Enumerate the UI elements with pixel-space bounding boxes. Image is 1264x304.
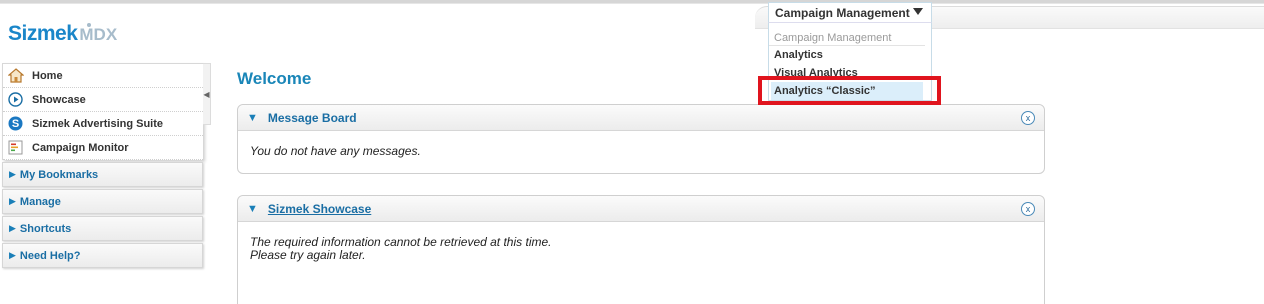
panel-title-link[interactable]: Sizmek Showcase — [268, 202, 371, 216]
sidebar-section-need-help[interactable]: ▶ Need Help? — [2, 243, 203, 268]
panel-header: ▼ Sizmek Showcase x — [238, 196, 1044, 222]
sidebar-item-label: Home — [32, 69, 63, 82]
sidebar-section-shortcuts[interactable]: ▶ Shortcuts — [2, 216, 203, 241]
panel-body: You do not have any messages. — [238, 131, 1044, 172]
sizmek-mdx-logo[interactable]: Sizmek MDX — [8, 22, 117, 50]
sidebar: Home Showcase S Sizmek Advertising Suite… — [2, 63, 203, 268]
app-switcher-dropdown[interactable]: Campaign Management — [768, 2, 932, 22]
page-title: Welcome — [237, 69, 312, 88]
sidebar-item-label: Sizmek Advertising Suite — [32, 117, 164, 130]
sidebar-item-advertising-suite[interactable]: S Sizmek Advertising Suite — [3, 112, 203, 136]
panel-header: ▼ Message Board x — [238, 105, 1044, 131]
expand-arrow-icon: ▶ — [9, 250, 16, 260]
home-icon — [7, 67, 24, 84]
collapse-left-icon: ◀ — [203, 89, 210, 99]
close-icon[interactable]: x — [1021, 111, 1035, 125]
play-circle-icon — [7, 91, 24, 108]
logo-dot — [87, 23, 91, 27]
panel-title: Message Board — [267, 110, 357, 125]
collapse-triangle-icon[interactable]: ▼ — [247, 112, 258, 124]
sidebar-item-label: Showcase — [32, 93, 86, 106]
svg-text:S: S — [12, 118, 19, 130]
top-border — [0, 0, 1264, 4]
expand-arrow-icon: ▶ — [9, 169, 16, 179]
expand-arrow-icon: ▶ — [9, 196, 16, 206]
sidebar-item-showcase[interactable]: Showcase — [3, 88, 203, 112]
sidebar-item-home[interactable]: Home — [3, 64, 203, 88]
sidebar-section-label: My Bookmarks — [19, 168, 99, 181]
collapse-triangle-icon[interactable]: ▼ — [247, 203, 258, 215]
monitor-list-icon — [7, 139, 24, 156]
sidebar-section-my-bookmarks[interactable]: ▶ My Bookmarks — [2, 162, 203, 187]
sidebar-section-manage[interactable]: ▶ Manage — [2, 189, 203, 214]
sidebar-collapse-handle[interactable]: ◀ — [203, 63, 211, 125]
annotation-highlight-box — [758, 76, 941, 105]
sidebar-section-label: Manage — [19, 195, 61, 208]
sizmek-showcase-panel: ▼ Sizmek Showcase x The required informa… — [237, 195, 1045, 304]
sidebar-item-label: Campaign Monitor — [32, 141, 129, 154]
sidebar-item-campaign-monitor[interactable]: Campaign Monitor — [3, 136, 203, 160]
sidebar-nav-list: Home Showcase S Sizmek Advertising Suite… — [2, 63, 203, 160]
app-switcher-selected: Campaign Management — [775, 5, 910, 20]
expand-arrow-icon: ▶ — [9, 223, 16, 233]
sizmek-s-icon: S — [7, 115, 24, 132]
chevron-down-icon — [913, 8, 923, 15]
panel-message-line: The required information cannot be retri… — [250, 235, 552, 249]
panel-message: You do not have any messages. — [250, 144, 421, 158]
message-board-panel: ▼ Message Board x You do not have any me… — [237, 104, 1045, 174]
logo-product: MDX — [79, 25, 118, 44]
logo-brand: Sizmek — [8, 22, 78, 45]
sidebar-section-label: Shortcuts — [19, 222, 72, 235]
close-icon[interactable]: x — [1021, 202, 1035, 216]
menu-item-campaign-management: Campaign Management — [769, 29, 925, 46]
sidebar-section-label: Need Help? — [19, 249, 81, 262]
menu-item-analytics[interactable]: Analytics — [769, 46, 931, 64]
panel-body: The required information cannot be retri… — [238, 222, 1044, 276]
panel-message-line: Please try again later. — [250, 248, 366, 262]
